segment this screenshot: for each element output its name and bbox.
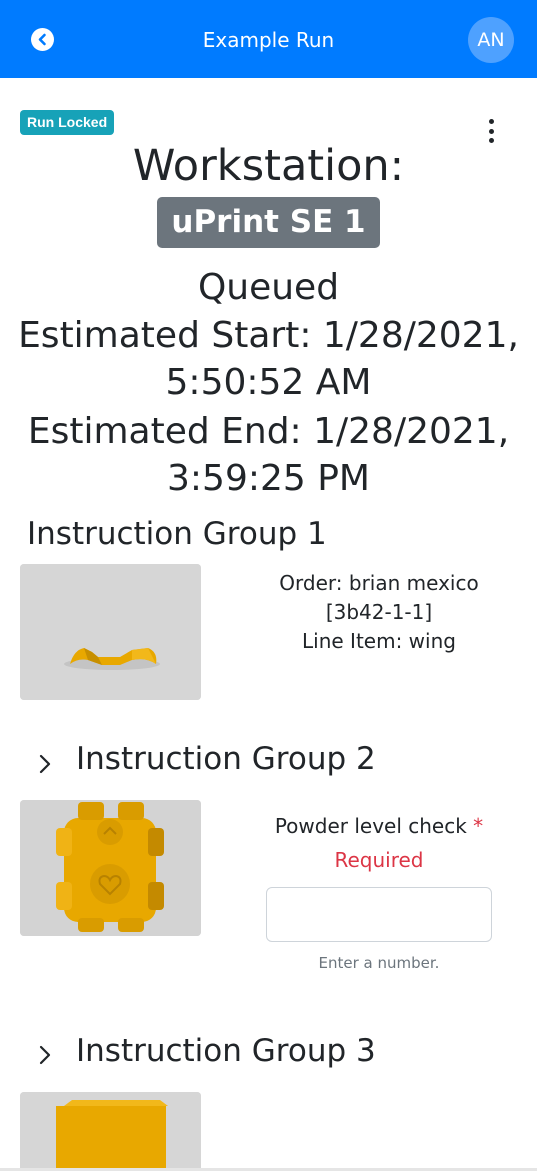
powder-level-input[interactable] <box>266 887 492 942</box>
estimated-end: Estimated End: 1/28/2021, 3:59:25 PM <box>0 408 537 502</box>
instruction-group-1-title: Instruction Group 1 <box>27 516 327 552</box>
top-navbar: Example Run AN <box>0 0 537 78</box>
page-title: Example Run <box>202 28 335 52</box>
order-id: [3b42-1-1] <box>325 600 433 624</box>
order-name: Order: brian mexico <box>279 571 479 595</box>
workstation-badge: uPrint SE 1 <box>157 197 380 248</box>
workstation-badge-wrap: uPrint SE 1 <box>0 197 537 248</box>
required-text: Required <box>334 848 424 872</box>
estimated-start: Estimated Start: 1/28/2021, 5:50:52 AM <box>0 312 537 406</box>
instruction-group-2-title[interactable]: Instruction Group 2 <box>76 740 376 778</box>
estimated-end-date: Estimated End: 1/28/2021, <box>27 411 510 452</box>
powder-level-label: Powder level check * <box>258 812 500 840</box>
companion-cube-thumbnail <box>20 800 201 936</box>
run-locked-badge: Run Locked <box>20 110 115 135</box>
estimated-start-time: 5:50:52 AM <box>165 362 372 403</box>
cube-part-thumbnail <box>20 1092 201 1171</box>
kebab-dot <box>488 119 494 124</box>
companion-cube-image <box>20 800 201 936</box>
input-hint: Enter a number. <box>318 954 440 972</box>
group-1-info: Order: brian mexico [3b42-1-1] Line Item… <box>258 569 500 656</box>
estimated-end-time: 3:59:25 PM <box>167 458 370 499</box>
wing-part-thumbnail <box>20 564 201 700</box>
powder-level-label-text: Powder level check <box>274 814 467 838</box>
chevron-right-icon[interactable] <box>33 1043 57 1067</box>
kebab-dot <box>488 128 494 134</box>
line-item: Line Item: wing <box>302 629 456 653</box>
user-avatar[interactable]: AN <box>468 17 514 63</box>
estimated-start-date: Estimated Start: 1/28/2021, <box>18 315 519 356</box>
cube-part-image <box>20 1092 201 1171</box>
run-status: Queued <box>197 267 340 308</box>
instruction-group-3-title[interactable]: Instruction Group 3 <box>76 1032 376 1070</box>
workstation-label: Workstation: <box>132 141 405 191</box>
required-asterisk: * <box>473 814 484 838</box>
wing-part-image <box>20 564 201 700</box>
chevron-right-icon[interactable] <box>33 752 57 776</box>
